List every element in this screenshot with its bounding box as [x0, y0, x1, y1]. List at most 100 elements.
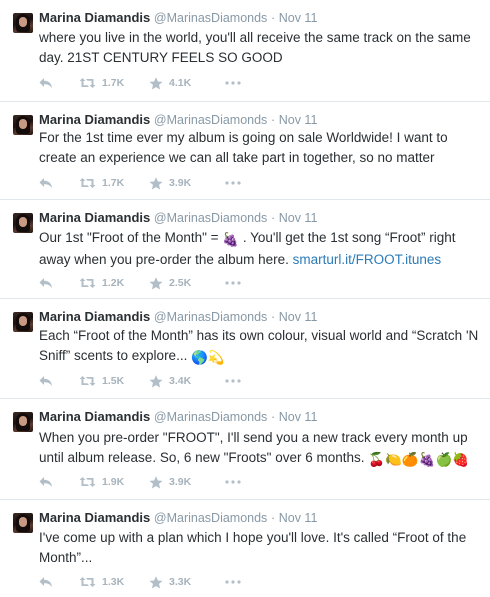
retweet-icon	[79, 376, 96, 386]
author-name[interactable]: Marina Diamandis	[39, 10, 150, 25]
favorite-count: 2.5K	[169, 277, 192, 289]
fruit-emoji: 🍒🍋🍊🍇🍏🍓	[368, 452, 470, 467]
more-icon	[225, 580, 241, 584]
favorite-button[interactable]: 3.9K	[149, 175, 191, 191]
favorite-button[interactable]: 3.9K	[149, 474, 191, 490]
favorite-count: 3.3K	[169, 576, 192, 588]
avatar[interactable]	[13, 13, 33, 33]
star-icon	[149, 76, 163, 89]
tweet-text-part: Our 1st "Froot of the Month" =	[39, 230, 223, 245]
tweet[interactable]: Marina Diamandis @MarinasDiamonds · Nov …	[0, 102, 490, 200]
more-button[interactable]	[225, 474, 241, 490]
more-button[interactable]	[225, 574, 241, 590]
reply-icon	[39, 477, 52, 487]
reply-button[interactable]	[39, 474, 53, 490]
tweet[interactable]: Marina Diamandis @MarinasDiamonds · Nov …	[0, 0, 490, 102]
retweet-button[interactable]: 1.3K	[79, 574, 124, 590]
tweet-text: where you live in the world, you'll all …	[39, 30, 471, 65]
favorite-count: 3.9K	[169, 177, 192, 189]
tweet-link[interactable]: smarturl.it/FROOT.itunes	[293, 252, 442, 267]
retweet-button[interactable]: 1.2K	[79, 275, 124, 291]
reply-icon	[39, 577, 52, 587]
author-name[interactable]: Marina Diamandis	[39, 409, 150, 424]
separator-dot: ·	[270, 11, 276, 25]
retweet-icon	[79, 477, 96, 487]
star-icon	[149, 176, 163, 189]
favorite-button[interactable]: 3.3K	[149, 574, 191, 590]
favorite-button[interactable]: 2.5K	[149, 275, 191, 291]
globe-sparkle-emoji: 🌎💫	[191, 350, 225, 365]
more-icon	[225, 281, 241, 285]
star-icon	[149, 575, 163, 588]
timestamp[interactable]: Nov 11	[279, 511, 318, 525]
favorite-count: 3.4K	[169, 375, 192, 387]
star-icon	[149, 374, 163, 387]
retweet-icon	[79, 178, 96, 188]
tweet-header: Marina Diamandis @MarinasDiamonds · Nov …	[39, 210, 317, 226]
reply-button[interactable]	[39, 373, 53, 389]
tweet[interactable]: Marina Diamandis @MarinasDiamonds · Nov …	[0, 299, 490, 399]
reply-icon	[39, 376, 52, 386]
tweet-header: Marina Diamandis @MarinasDiamonds · Nov …	[39, 112, 317, 128]
separator-dot: ·	[270, 211, 276, 225]
author-name[interactable]: Marina Diamandis	[39, 112, 150, 127]
author-name[interactable]: Marina Diamandis	[39, 510, 150, 525]
retweet-button[interactable]: 1.5K	[79, 373, 124, 389]
avatar[interactable]	[13, 213, 33, 233]
more-icon	[225, 81, 241, 85]
tweet[interactable]: Marina Diamandis @MarinasDiamonds · Nov …	[0, 200, 490, 299]
author-handle[interactable]: @MarinasDiamonds	[154, 113, 267, 127]
timestamp[interactable]: Nov 11	[279, 310, 318, 324]
favorite-button[interactable]: 4.1K	[149, 75, 191, 91]
retweet-count: 1.2K	[102, 277, 125, 289]
more-icon	[225, 379, 241, 383]
tweet[interactable]: Marina Diamandis @MarinasDiamonds · Nov …	[0, 500, 490, 597]
grapes-emoji: 🍇	[222, 232, 240, 247]
tweet-text: Our 1st "Froot of the Month" = 🍇 . You'l…	[39, 228, 484, 270]
more-button[interactable]	[225, 75, 241, 91]
favorite-count: 3.9K	[169, 476, 192, 488]
reply-icon	[39, 178, 52, 188]
timestamp[interactable]: Nov 11	[279, 410, 318, 424]
retweet-count: 1.3K	[102, 576, 125, 588]
retweet-button[interactable]: 1.9K	[79, 474, 124, 490]
tweet-header: Marina Diamandis @MarinasDiamonds · Nov …	[39, 309, 317, 325]
retweet-count: 1.9K	[102, 476, 125, 488]
author-handle[interactable]: @MarinasDiamonds	[154, 211, 267, 225]
star-icon	[149, 276, 163, 289]
tweet-header: Marina Diamandis @MarinasDiamonds · Nov …	[39, 510, 317, 526]
favorite-button[interactable]: 3.4K	[149, 373, 191, 389]
separator-dot: ·	[270, 310, 276, 324]
reply-button[interactable]	[39, 75, 53, 91]
reply-icon	[39, 78, 52, 88]
author-handle[interactable]: @MarinasDiamonds	[154, 11, 267, 25]
author-handle[interactable]: @MarinasDiamonds	[154, 511, 267, 525]
retweet-icon	[79, 577, 96, 587]
tweet-text: I've come up with a plan which I hope yo…	[39, 530, 467, 565]
tweet-text: When you pre-order "FROOT", I'll send yo…	[39, 428, 484, 470]
author-name[interactable]: Marina Diamandis	[39, 309, 150, 324]
avatar[interactable]	[13, 412, 33, 432]
timestamp[interactable]: Nov 11	[279, 211, 318, 225]
avatar[interactable]	[13, 513, 33, 533]
more-button[interactable]	[225, 275, 241, 291]
author-handle[interactable]: @MarinasDiamonds	[154, 410, 267, 424]
reply-icon	[39, 278, 52, 288]
retweet-button[interactable]: 1.7K	[79, 175, 124, 191]
timestamp[interactable]: Nov 11	[279, 113, 318, 127]
author-name[interactable]: Marina Diamandis	[39, 210, 150, 225]
author-handle[interactable]: @MarinasDiamonds	[154, 310, 267, 324]
more-button[interactable]	[225, 175, 241, 191]
tweet[interactable]: Marina Diamandis @MarinasDiamonds · Nov …	[0, 399, 490, 500]
separator-dot: ·	[270, 113, 276, 127]
reply-button[interactable]	[39, 175, 53, 191]
avatar[interactable]	[13, 312, 33, 332]
avatar[interactable]	[13, 115, 33, 135]
favorite-count: 4.1K	[169, 77, 192, 89]
timestamp[interactable]: Nov 11	[279, 11, 318, 25]
tweet-timeline: Marina Diamandis @MarinasDiamonds · Nov …	[0, 0, 490, 597]
reply-button[interactable]	[39, 275, 53, 291]
retweet-button[interactable]: 1.7K	[79, 75, 124, 91]
reply-button[interactable]	[39, 574, 53, 590]
more-button[interactable]	[225, 373, 241, 389]
